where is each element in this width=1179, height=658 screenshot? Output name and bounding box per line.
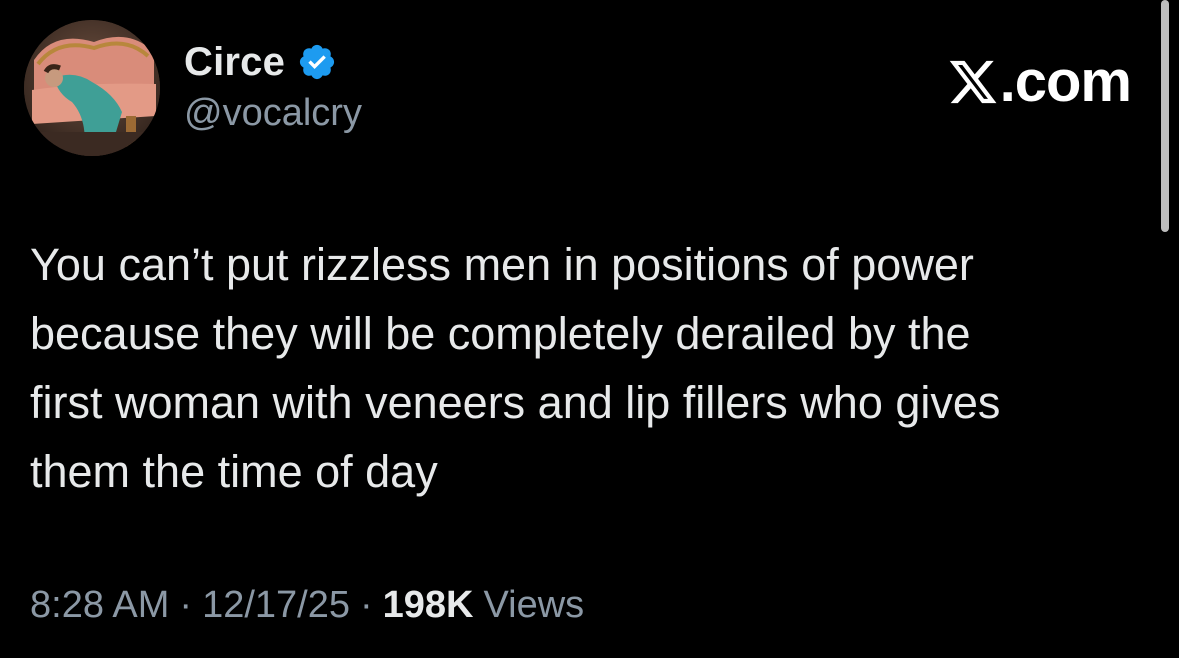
avatar-image — [24, 20, 160, 156]
meta-separator: · — [360, 584, 373, 626]
avatar[interactable] — [24, 20, 160, 156]
scrollbar[interactable] — [1161, 0, 1169, 232]
brand-domain-text: .com — [999, 49, 1132, 114]
brand-watermark: .com — [947, 49, 1132, 114]
tweet-date[interactable]: 12/17/25 — [202, 584, 350, 627]
tweet-time[interactable]: 8:28 AM — [30, 584, 169, 627]
tweet-card: Circe @vocalcry .com You can’t put rizzl… — [0, 0, 1179, 658]
tweet-text: You can’t put rizzless men in positions … — [30, 239, 1001, 497]
tweet-meta: 8:28 AM · 12/17/25 · 198K Views — [30, 584, 584, 627]
author-display-name[interactable]: Circe — [184, 40, 285, 85]
views-label: Views — [483, 584, 585, 626]
author-handle[interactable]: @vocalcry — [184, 92, 362, 135]
x-logo-icon — [947, 55, 999, 109]
verified-badge-icon — [297, 42, 337, 82]
views-count[interactable]: 198K — [383, 584, 474, 627]
meta-separator: · — [179, 584, 193, 626]
author-name-row: Circe — [184, 36, 337, 88]
